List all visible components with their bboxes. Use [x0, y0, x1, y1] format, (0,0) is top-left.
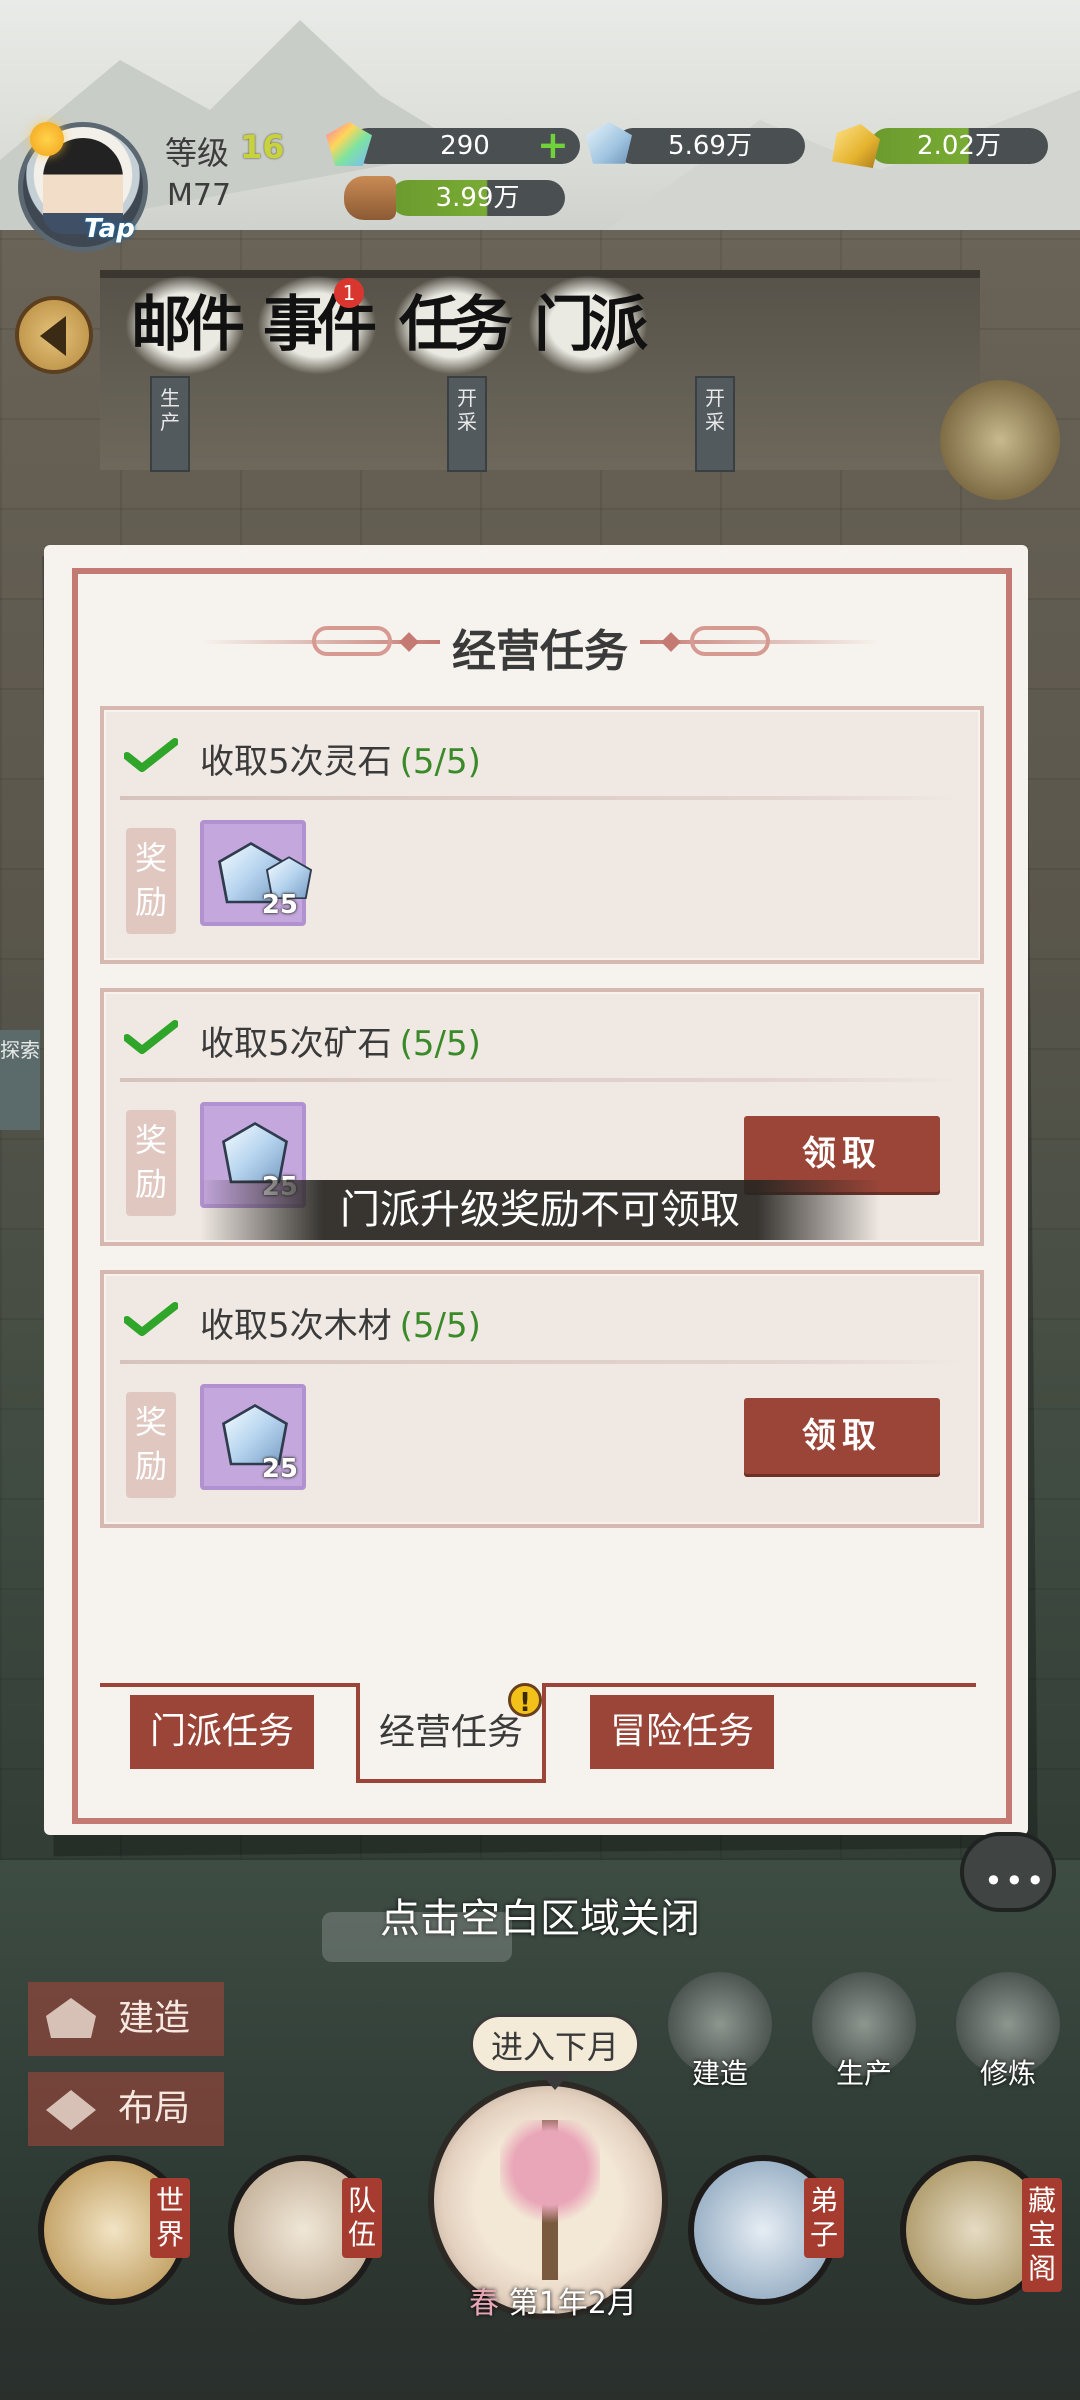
- add-spirit-stone-icon[interactable]: +: [537, 126, 569, 164]
- tab-adventure-tasks[interactable]: 冒险任务: [590, 1695, 774, 1769]
- reward-count: 25: [261, 890, 298, 920]
- level-label: 等级: [165, 134, 230, 172]
- check-icon: [124, 1302, 178, 1336]
- explore-sign[interactable]: 探索: [0, 1030, 40, 1130]
- divider: [120, 796, 960, 800]
- mine-sign: 开采: [695, 376, 735, 472]
- world-label: 世界: [150, 2178, 190, 2258]
- reward-label: 奖励: [126, 1392, 176, 1498]
- tab-sect-tasks[interactable]: 门派任务: [130, 1695, 314, 1769]
- quick-build-label: 建造: [691, 2057, 748, 2090]
- task-title: 收取5次木材 (5/5): [200, 1306, 481, 1346]
- task-progress: (5/5): [399, 742, 481, 782]
- gold-counter: 2.02万: [870, 128, 1048, 164]
- next-month-label[interactable]: 进入下月: [470, 2014, 640, 2074]
- disciples-label: 弟子: [804, 2178, 844, 2258]
- produce-sign: 生产: [150, 376, 190, 472]
- level-value: 16: [240, 128, 285, 166]
- reward-count: 25: [261, 1454, 298, 1484]
- sun-icon: [30, 122, 64, 156]
- avatar-tap-label: Tap: [84, 214, 135, 244]
- claim-button[interactable]: 领取: [744, 1398, 940, 1474]
- divider: [120, 1078, 960, 1082]
- season-date: 春 第1年2月: [438, 2278, 668, 2322]
- player-name: M77: [167, 178, 232, 213]
- npc-speech-bubble: [322, 1912, 512, 1962]
- reward-label: 奖励: [126, 828, 176, 934]
- close-hint: 点击空白区域关闭: [380, 1896, 700, 1942]
- season-label: 春: [469, 2286, 500, 2321]
- alert-icon: !: [508, 1683, 542, 1718]
- task-card: 收取5次灵石 (5/5) 奖励 25: [100, 706, 984, 964]
- task-title: 收取5次灵石 (5/5): [200, 742, 481, 782]
- speech-tail: [541, 2074, 569, 2090]
- mail-button[interactable]: 邮件: [125, 275, 245, 375]
- toast-message: 门派升级奖励不可领取: [200, 1180, 880, 1240]
- date-label: 第1年2月: [508, 2286, 637, 2321]
- task-card: 收取5次木材 (5/5) 奖励 25 领取: [100, 1270, 984, 1528]
- ore-counter: 5.69万: [615, 128, 805, 164]
- vault-label: 藏宝阁: [1022, 2178, 1062, 2292]
- reward-item[interactable]: 25: [200, 820, 313, 926]
- modal-title: 经营任务: [452, 626, 628, 677]
- task-title: 收取5次矿石 (5/5): [200, 1024, 481, 1064]
- chat-icon: •••: [984, 1862, 1047, 1900]
- pavilion-icon[interactable]: [940, 380, 1060, 500]
- team-label: 队伍: [342, 2178, 382, 2258]
- check-icon: [124, 1020, 178, 1054]
- events-badge: 1: [334, 278, 364, 308]
- check-icon: [124, 738, 178, 772]
- quick-produce-label: 生产: [835, 2057, 892, 2090]
- back-arrow-icon: [40, 316, 66, 356]
- quick-cultivate-label: 修炼: [979, 2057, 1036, 2090]
- task-progress: (5/5): [399, 1024, 481, 1064]
- plum-tree-icon: [500, 2120, 600, 2280]
- wood-icon: [344, 176, 396, 220]
- tasks-button[interactable]: 任务: [393, 275, 513, 375]
- mine-sign: 开采: [447, 376, 487, 472]
- sect-button[interactable]: 门派: [528, 275, 648, 375]
- wood-counter: 3.99万: [390, 180, 565, 216]
- reward-label: 奖励: [126, 1110, 176, 1216]
- divider: [120, 1360, 960, 1364]
- reward-item[interactable]: 25: [200, 1384, 306, 1490]
- task-progress: (5/5): [399, 1306, 481, 1346]
